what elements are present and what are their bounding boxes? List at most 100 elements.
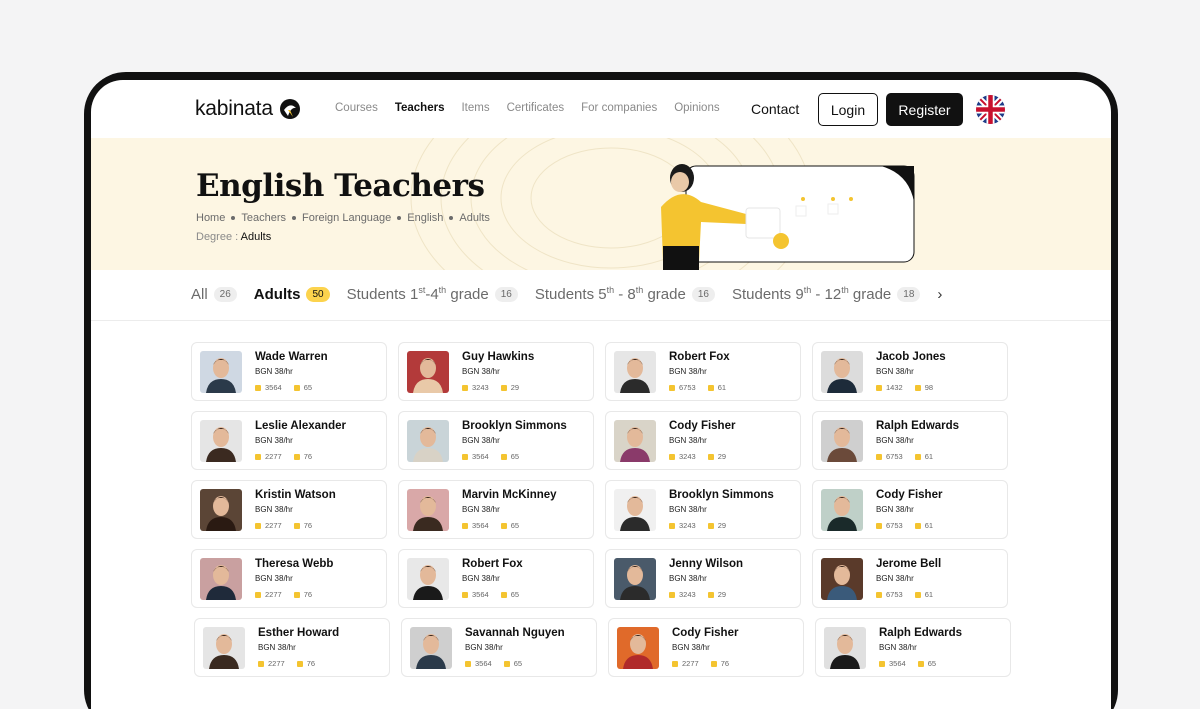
breadcrumb-home[interactable]: Home: [196, 212, 225, 224]
teacher-price: BGN 38/hr: [669, 505, 707, 514]
login-button[interactable]: Login: [818, 93, 878, 126]
lessons-count: 3564: [265, 383, 282, 392]
teacher-card[interactable]: Theresa Webb BGN 38/hr 2277 76: [191, 549, 387, 608]
breadcrumb-english[interactable]: English: [407, 212, 443, 224]
lessons-icon: [462, 384, 468, 391]
teacher-name: Brooklyn Simmons: [462, 420, 567, 432]
breadcrumb-teachers[interactable]: Teachers: [241, 212, 286, 224]
tab-label: Students 5th - 8th grade: [534, 285, 686, 303]
teacher-card[interactable]: Brooklyn Simmons BGN 38/hr 3243 29: [605, 480, 801, 539]
teacher-card[interactable]: Kristin Watson BGN 38/hr 2277 76: [191, 480, 387, 539]
nav-certificates[interactable]: Certificates: [507, 102, 565, 114]
uk-flag-icon[interactable]: [976, 95, 1005, 124]
logo-text: kabinata: [195, 97, 273, 120]
teacher-stats: 6753 61: [876, 521, 933, 530]
reviews-count: 65: [510, 452, 520, 461]
tab-count: 26: [213, 286, 237, 302]
nav-for-companies[interactable]: For companies: [581, 102, 657, 114]
breadcrumb-adults[interactable]: Adults: [459, 212, 490, 224]
chevron-right-icon[interactable]: ›: [937, 286, 942, 303]
teacher-avatar: [407, 558, 449, 600]
reviews-count: 76: [303, 521, 313, 530]
teacher-stats: 3243 29: [462, 383, 519, 392]
teacher-card[interactable]: Jerome Bell BGN 38/hr 6753 61: [812, 549, 1008, 608]
teacher-card[interactable]: Cody Fisher BGN 38/hr 6753 61: [812, 480, 1008, 539]
teacher-price: BGN 38/hr: [669, 574, 707, 583]
lessons-count: 3243: [679, 452, 696, 461]
lessons-icon: [669, 591, 675, 598]
teacher-stats: 2277 76: [255, 452, 312, 461]
teacher-avatar: [614, 489, 656, 531]
hero-banner: English Teachers Home Teachers Foreign L…: [91, 138, 1111, 270]
reviews-icon: [914, 591, 921, 598]
teacher-stats: 2277 76: [672, 659, 729, 668]
teacher-avatar: [200, 489, 242, 531]
teacher-price: BGN 38/hr: [876, 436, 914, 445]
teacher-stats: 3564 65: [879, 659, 936, 668]
nav-items[interactable]: Items: [461, 102, 489, 114]
lessons-count: 6753: [679, 383, 696, 392]
breadcrumb-foreign-language[interactable]: Foreign Language: [302, 212, 391, 224]
teacher-card[interactable]: Marvin McKinney BGN 38/hr 3564 65: [398, 480, 594, 539]
tab-all[interactable]: All 26: [191, 286, 237, 303]
teacher-stats: 3564 65: [255, 383, 312, 392]
reviews-count: 29: [717, 590, 727, 599]
teacher-price: BGN 38/hr: [462, 574, 500, 583]
reviews-count: 65: [927, 659, 937, 668]
lessons-icon: [876, 453, 882, 460]
lessons-count: 2277: [265, 590, 282, 599]
teacher-price: BGN 38/hr: [462, 505, 500, 514]
teacher-card[interactable]: Savannah Nguyen BGN 38/hr 3564 65: [401, 618, 597, 677]
reviews-count: 76: [303, 590, 313, 599]
teacher-name: Theresa Webb: [255, 558, 334, 570]
grade-tabs: All 26 Adults 50 Students 1st-4th grade …: [191, 285, 942, 303]
teacher-name: Cody Fisher: [669, 420, 736, 432]
teacher-card[interactable]: Cody Fisher BGN 38/hr 2277 76: [608, 618, 804, 677]
tab-adults[interactable]: Adults 50: [254, 286, 330, 303]
teacher-card[interactable]: Robert Fox BGN 38/hr 6753 61: [605, 342, 801, 401]
teacher-name: Guy Hawkins: [462, 351, 535, 363]
nav-teachers[interactable]: Teachers: [395, 102, 445, 114]
contact-link[interactable]: Contact: [751, 101, 799, 117]
teacher-card[interactable]: Brooklyn Simmons BGN 38/hr 3564 65: [398, 411, 594, 470]
teacher-card[interactable]: Ralph Edwards BGN 38/hr 6753 61: [812, 411, 1008, 470]
reviews-count: 76: [720, 659, 730, 668]
teacher-stats: 2277 76: [258, 659, 315, 668]
tabs-divider: [91, 320, 1111, 321]
teacher-avatar: [407, 489, 449, 531]
nav-courses[interactable]: Courses: [335, 102, 378, 114]
teacher-avatar: [614, 558, 656, 600]
teacher-card[interactable]: Jenny Wilson BGN 38/hr 3243 29: [605, 549, 801, 608]
lessons-count: 6753: [886, 590, 903, 599]
logo[interactable]: kabinata: [195, 97, 301, 121]
teacher-price: BGN 38/hr: [462, 436, 500, 445]
teacher-avatar: [203, 627, 245, 669]
teacher-avatar: [410, 627, 452, 669]
register-button[interactable]: Register: [886, 93, 963, 126]
teacher-card[interactable]: Robert Fox BGN 38/hr 3564 65: [398, 549, 594, 608]
breadcrumb: Home Teachers Foreign Language English A…: [196, 212, 490, 224]
teacher-card[interactable]: Ralph Edwards BGN 38/hr 3564 65: [815, 618, 1011, 677]
teacher-price: BGN 38/hr: [255, 505, 293, 514]
teacher-name: Esther Howard: [258, 627, 340, 639]
degree-label: Degree :: [196, 231, 239, 243]
teacher-card[interactable]: Leslie Alexander BGN 38/hr 2277 76: [191, 411, 387, 470]
teacher-card[interactable]: Wade Warren BGN 38/hr 3564 65: [191, 342, 387, 401]
lessons-icon: [255, 384, 261, 391]
tab-grade-1-4[interactable]: Students 1st-4th grade 16: [347, 285, 518, 303]
teacher-card[interactable]: Jacob Jones BGN 38/hr 1432 98: [812, 342, 1008, 401]
lessons-icon: [255, 453, 261, 460]
teacher-stats: 1432 98: [876, 383, 933, 392]
nav-opinions[interactable]: Opinions: [674, 102, 719, 114]
teacher-price: BGN 38/hr: [879, 643, 917, 652]
teacher-card[interactable]: Esther Howard BGN 38/hr 2277 76: [194, 618, 390, 677]
teacher-name: Cody Fisher: [672, 627, 739, 639]
lessons-count: 2277: [268, 659, 285, 668]
tab-grade-9-12[interactable]: Students 9th - 12th grade 18: [732, 285, 921, 303]
teacher-name: Jerome Bell: [876, 558, 942, 570]
teacher-card[interactable]: Cody Fisher BGN 38/hr 3243 29: [605, 411, 801, 470]
teacher-name: Kristin Watson: [255, 489, 336, 501]
teacher-price: BGN 38/hr: [255, 436, 293, 445]
tab-grade-5-8[interactable]: Students 5th - 8th grade 16: [535, 285, 715, 303]
teacher-card[interactable]: Guy Hawkins BGN 38/hr 3243 29: [398, 342, 594, 401]
